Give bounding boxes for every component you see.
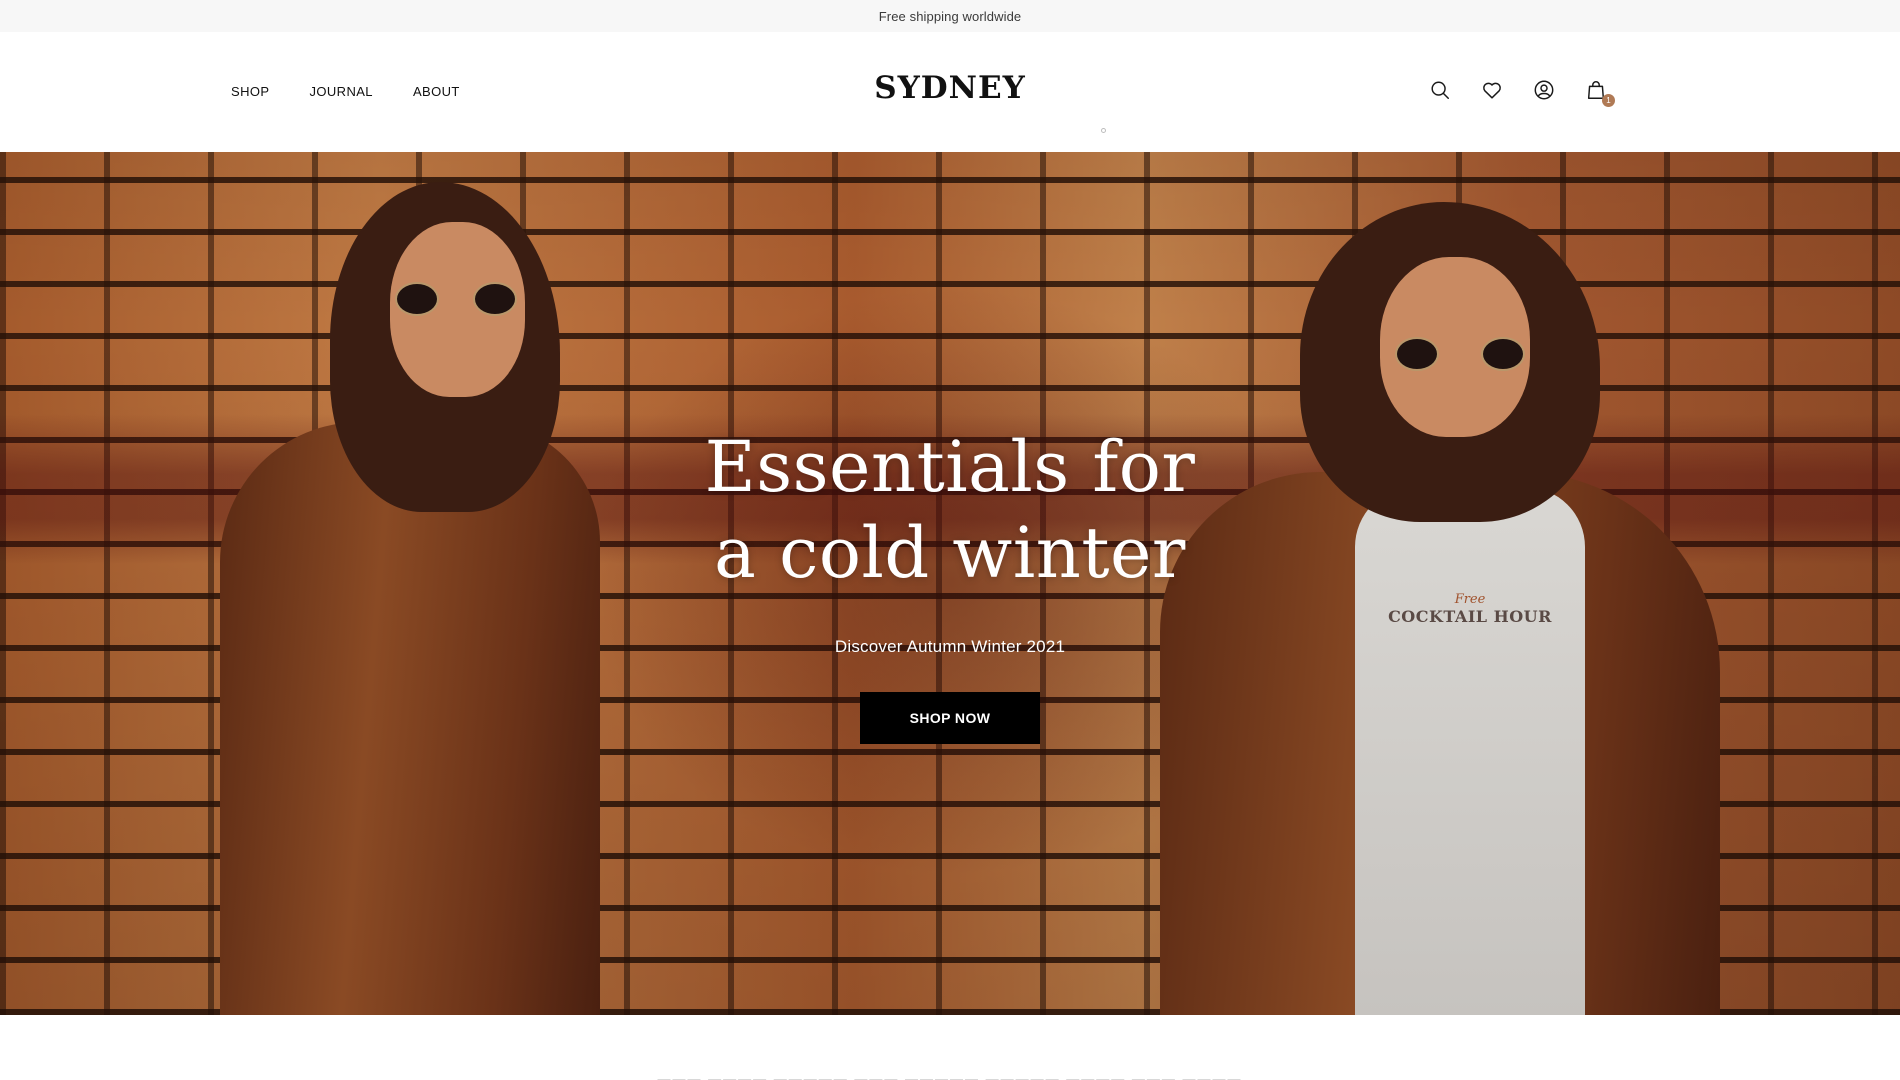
announcement-text: Free shipping worldwide <box>878 8 1022 24</box>
cart-count-badge: 1 <box>1602 94 1615 107</box>
hero-content: Essentials for a cold winter Discover Au… <box>0 424 1900 744</box>
cart-bag-icon[interactable]: 1 <box>1584 78 1615 107</box>
wishlist-heart-icon[interactable] <box>1480 78 1504 102</box>
search-icon[interactable] <box>1428 78 1452 102</box>
header-dot-indicator <box>1101 128 1106 133</box>
site-logo[interactable]: SYDNEY <box>0 70 1900 106</box>
model-left-sunglasses <box>395 282 525 316</box>
account-icon[interactable] <box>1532 78 1556 102</box>
hero-title-line-1: Essentials for <box>704 426 1196 508</box>
next-section: ▬▬▬ ▬▬▬▬ ▬▬▬▬▬ ▬▬▬ ▬▬▬▬▬ ▬▬▬▬▬ ▬▬▬▬ ▬▬▬ … <box>0 1015 1900 1080</box>
header-actions: 1 <box>1428 78 1615 107</box>
next-section-clipped-heading: ▬▬▬ ▬▬▬▬ ▬▬▬▬▬ ▬▬▬ ▬▬▬▬▬ ▬▬▬▬▬ ▬▬▬▬ ▬▬▬ … <box>657 1071 1243 1080</box>
hero-banner: Free COCKTAIL HOUR Essentials for a cold… <box>0 152 1900 1015</box>
site-header: SHOP JOURNAL ABOUT SYDNEY 1 <box>0 32 1900 152</box>
hero-subtitle: Discover Autumn Winter 2021 <box>834 637 1066 656</box>
shop-now-button[interactable]: SHOP NOW <box>860 692 1040 744</box>
hero-title: Essentials for a cold winter <box>0 424 1900 596</box>
model-right-sunglasses <box>1395 337 1535 371</box>
hero-title-line-2: a cold winter <box>714 512 1186 594</box>
announcement-bar: Free shipping worldwide <box>0 0 1900 32</box>
